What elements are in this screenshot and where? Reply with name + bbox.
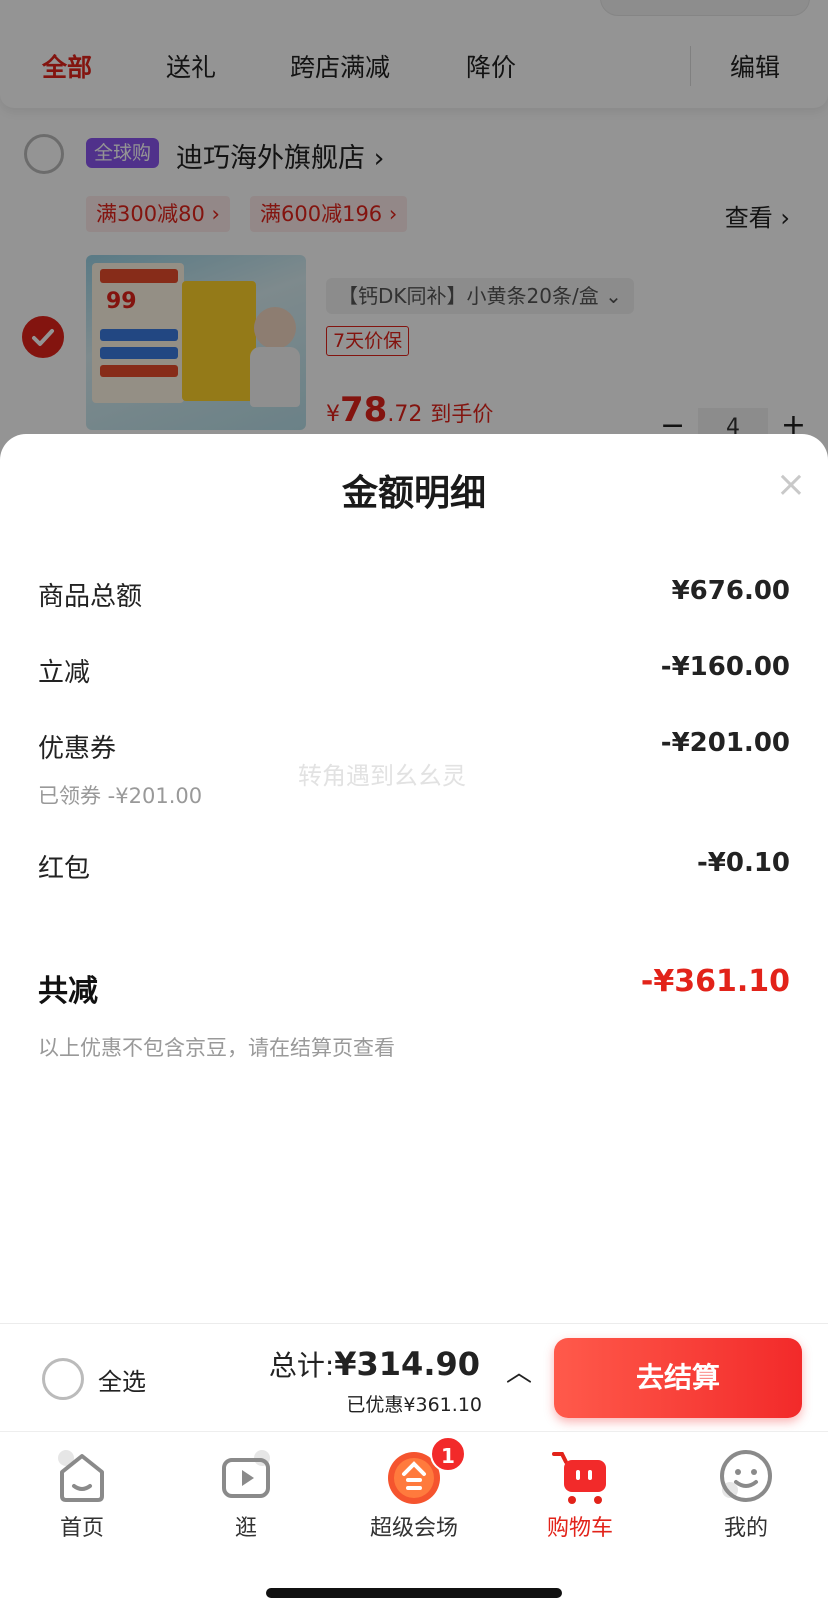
bottom-tab-bar: 首页 逛 1 超级会场 购物车 我的 [0, 1431, 828, 1619]
tab-mine[interactable]: 我的 [686, 1446, 806, 1542]
total-discount-label: 共减 [38, 974, 98, 1009]
select-all-label[interactable]: 全选 [98, 1362, 146, 1397]
video-icon [216, 1446, 276, 1506]
tab-cart[interactable]: 购物车 [520, 1446, 640, 1542]
checkout-button[interactable]: 去结算 [554, 1338, 802, 1418]
coupon-claimed-note: 已领券 -¥201.00 [38, 784, 203, 808]
super-venue-icon: 1 [384, 1436, 466, 1506]
coupon-label: 优惠券 [38, 734, 117, 764]
home-icon [52, 1446, 112, 1506]
goods-total-value: ¥676.00 [671, 576, 790, 606]
tab-home[interactable]: 首页 [22, 1446, 142, 1542]
tab-cart-label: 购物车 [546, 1516, 613, 1541]
select-all-radio[interactable] [42, 1358, 84, 1400]
close-icon[interactable]: × [774, 467, 808, 503]
modal-overlay[interactable] [0, 0, 828, 460]
red-packet-value: -¥0.10 [696, 848, 790, 878]
jd-beans-footnote: 以上优惠不包含京豆，请在结算页查看 [38, 1036, 395, 1060]
tab-browse-label: 逛 [234, 1516, 257, 1541]
tab-mine-label: 我的 [723, 1516, 768, 1541]
coupon-value: -¥201.00 [660, 728, 790, 758]
tab-home-label: 首页 [59, 1516, 104, 1541]
watermark-text: 转角遇到幺幺灵 [298, 762, 466, 790]
saved-amount: 已优惠¥361.10 [346, 1394, 482, 1416]
goods-total-label: 商品总额 [38, 582, 143, 612]
cart-icon [550, 1446, 610, 1506]
smile-icon [716, 1446, 776, 1506]
red-packet-label: 红包 [38, 854, 91, 884]
tab-super-venue-label: 超级会场 [369, 1516, 458, 1541]
instant-discount-label: 立减 [38, 658, 91, 688]
notification-badge: 1 [430, 1436, 466, 1472]
chevron-up-icon[interactable]: ︿ [506, 1352, 532, 1389]
tab-browse[interactable]: 逛 [186, 1446, 306, 1542]
home-indicator[interactable] [266, 1588, 562, 1598]
checkout-bar: 全选 总计:¥314.90 已优惠¥361.10 ︿ 去结算 [0, 1323, 828, 1431]
total-discount-value: -¥361.10 [640, 964, 790, 999]
tab-super-venue[interactable]: 1 超级会场 [354, 1436, 474, 1542]
instant-discount-value: -¥160.00 [660, 652, 790, 682]
total-price: 总计:¥314.90 [268, 1345, 480, 1383]
sheet-title: 金额明细 [341, 473, 486, 514]
